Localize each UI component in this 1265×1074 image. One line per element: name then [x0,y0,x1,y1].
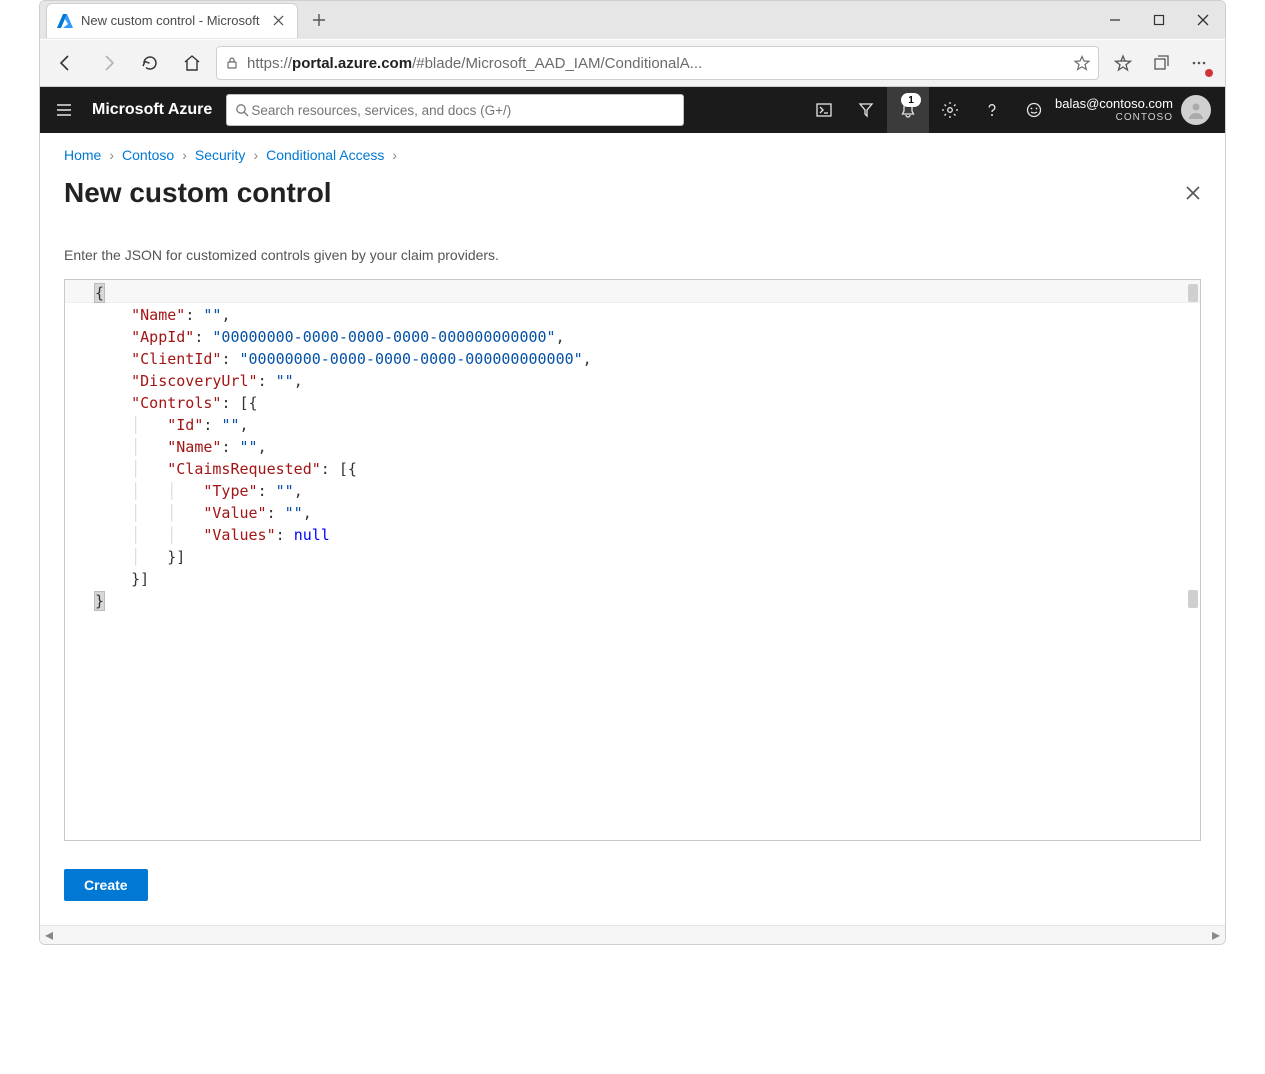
blade-footer: Create [40,849,1225,925]
notification-badge: 1 [901,93,921,107]
azure-header: Microsoft Azure 1 balas@contoso.com CONT… [40,87,1225,133]
nav-back-button[interactable] [48,45,84,81]
portal-menu-button[interactable] [50,96,78,124]
directory-filter-button[interactable] [845,87,887,133]
address-bar-url: https://portal.azure.com/#blade/Microsof… [247,55,1066,72]
browser-menu-button[interactable] [1181,45,1217,81]
feedback-button[interactable] [1013,87,1055,133]
account-menu[interactable]: balas@contoso.com CONTOSO [1055,95,1215,125]
lock-icon [225,56,239,70]
horizontal-scrollbar[interactable]: ◂ ▸ [40,925,1225,944]
favorite-outline-icon[interactable] [1074,55,1090,71]
nav-refresh-button[interactable] [132,45,168,81]
browser-toolbar: https://portal.azure.com/#blade/Microsof… [40,39,1225,87]
settings-button[interactable] [929,87,971,133]
avatar-icon [1181,95,1211,125]
account-email: balas@contoso.com [1055,97,1173,111]
search-icon [235,103,249,117]
global-search-input[interactable] [249,102,675,119]
alert-dot-icon [1205,69,1213,77]
create-button[interactable]: Create [64,869,148,901]
new-tab-button[interactable] [304,5,334,35]
chevron-right-icon: › [392,147,397,163]
blade-content: Home › Contoso › Security › Conditional Acc… [40,133,1225,849]
window-minimize-button[interactable] [1093,1,1137,39]
notifications-button[interactable]: 1 [887,87,929,133]
blade-description: Enter the JSON for customized controls g… [64,247,1201,263]
cloud-shell-button[interactable] [803,87,845,133]
browser-tab[interactable]: New custom control - Microsoft [46,3,298,38]
window-close-button[interactable] [1181,1,1225,39]
scroll-right-icon[interactable]: ▸ [1207,926,1225,944]
breadcrumb-conditional-access[interactable]: Conditional Access [266,147,384,163]
chevron-right-icon: › [253,147,258,163]
page-title: New custom control [64,177,332,209]
browser-window: New custom control - Microsoft https://p… [39,0,1226,945]
collections-button[interactable] [1143,45,1179,81]
brand-label: Microsoft Azure [92,101,212,119]
address-bar[interactable]: https://portal.azure.com/#blade/Microsof… [216,46,1099,80]
azure-favicon-icon [57,13,73,29]
nav-home-button[interactable] [174,45,210,81]
tab-close-icon[interactable] [269,12,287,30]
chevron-right-icon: › [182,147,187,163]
help-button[interactable] [971,87,1013,133]
breadcrumb-contoso[interactable]: Contoso [122,147,174,163]
breadcrumb-security[interactable]: Security [195,147,246,163]
breadcrumb-home[interactable]: Home [64,147,101,163]
window-maximize-button[interactable] [1137,1,1181,39]
browser-tab-title: New custom control - Microsoft [81,13,261,28]
json-editor[interactable]: { "Name": "", "AppId": "00000000-0000-00… [64,279,1201,841]
breadcrumb: Home › Contoso › Security › Conditional Acc… [64,147,1201,163]
account-tenant: CONTOSO [1055,112,1173,123]
nav-forward-button[interactable] [90,45,126,81]
blade-close-button[interactable] [1185,185,1201,201]
global-search[interactable] [226,94,684,126]
favorites-button[interactable] [1105,45,1141,81]
editor-code[interactable]: { "Name": "", "AppId": "00000000-0000-00… [65,280,1200,618]
titlebar: New custom control - Microsoft [40,1,1225,39]
scroll-left-icon[interactable]: ◂ [40,926,58,944]
chevron-right-icon: › [109,147,114,163]
